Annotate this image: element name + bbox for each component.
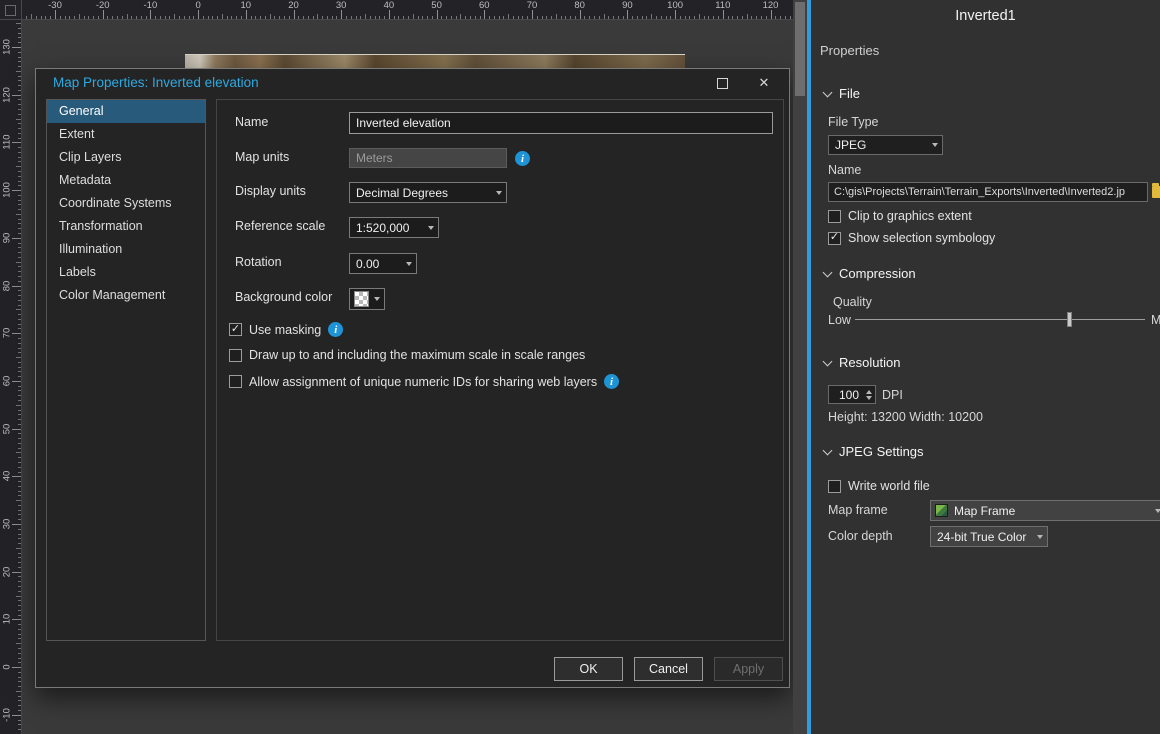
properties-header: Properties [820, 43, 879, 58]
dpi-label: DPI [882, 388, 903, 402]
quality-slider-thumb[interactable] [1067, 312, 1072, 327]
scrollbar-thumb[interactable] [795, 2, 805, 96]
quality-min-label: Low [828, 313, 851, 327]
sidebar-item-metadata[interactable]: Metadata [47, 169, 205, 192]
chevron-down-icon [823, 356, 833, 366]
dialog-title: Map Properties: Inverted elevation [53, 75, 259, 90]
clip-extent-row: Clip to graphics extent [828, 209, 972, 223]
sidebar-item-color-management[interactable]: Color Management [47, 284, 205, 307]
unique-ids-info-icon[interactable] [604, 374, 619, 389]
color-depth-label: Color depth [828, 529, 893, 543]
dialog-content: Name Map units Display units Decimal Deg… [216, 99, 784, 641]
use-masking-checkbox[interactable] [229, 323, 242, 336]
ruler-corner-icon [5, 5, 16, 16]
file-type-dropdown[interactable]: JPEG [828, 135, 943, 155]
sidebar-item-labels[interactable]: Labels [47, 261, 205, 284]
dialog-titlebar[interactable]: Map Properties: Inverted elevation [36, 69, 789, 97]
name-input[interactable] [349, 112, 773, 134]
section-compression[interactable]: Compression [824, 266, 916, 281]
spinner-arrows-icon[interactable] [862, 390, 875, 400]
vertical-scrollbar[interactable] [793, 0, 807, 734]
map-frame-icon [935, 504, 948, 517]
background-color-dropdown[interactable] [349, 288, 385, 310]
map-units-info-icon[interactable] [515, 151, 530, 166]
sidebar-item-extent[interactable]: Extent [47, 123, 205, 146]
maximize-icon [717, 78, 728, 89]
chevron-down-icon [1032, 527, 1047, 546]
map-properties-dialog: Map Properties: Inverted elevation Gener… [35, 68, 790, 688]
display-units-label: Display units [235, 184, 306, 198]
color-swatch [354, 291, 369, 307]
chevron-down-icon [823, 267, 833, 277]
section-jpeg-settings[interactable]: JPEG Settings [824, 444, 924, 459]
chevron-down-icon [1150, 501, 1160, 520]
section-file[interactable]: File [824, 86, 860, 101]
maximize-button[interactable] [705, 69, 739, 97]
selection-symbology-row: Show selection symbology [828, 231, 995, 245]
rotation-label: Rotation [235, 255, 282, 269]
map-frame-label: Map frame [828, 503, 888, 517]
ruler-horizontal[interactable]: -30-20-100102030405060708090100110120 [22, 0, 793, 20]
sidebar-item-clip-layers[interactable]: Clip Layers [47, 146, 205, 169]
ok-button[interactable]: OK [554, 657, 623, 681]
file-type-label: File Type [828, 115, 879, 129]
slider-track [855, 319, 1145, 320]
application-window: -30-20-100102030405060708090100110120 13… [0, 0, 1160, 734]
ruler-corner [0, 0, 22, 20]
reference-scale-dropdown[interactable]: 1:520,000 [349, 217, 439, 238]
file-path-input[interactable] [828, 182, 1148, 202]
map-units-input [349, 148, 507, 168]
chevron-down-icon [401, 254, 416, 273]
chevron-down-icon [927, 136, 942, 154]
sidebar-item-general[interactable]: General [47, 100, 205, 123]
close-icon [759, 74, 770, 92]
clip-extent-checkbox[interactable] [828, 210, 841, 223]
world-file-checkbox[interactable] [828, 480, 841, 493]
apply-button[interactable]: Apply [714, 657, 783, 681]
reference-scale-label: Reference scale [235, 219, 325, 233]
dimensions-text: Height: 13200 Width: 10200 [828, 410, 983, 424]
section-file-title: File [839, 86, 860, 101]
quality-label: Quality [833, 295, 872, 309]
name-label: Name [235, 115, 268, 129]
draw-max-scale-checkbox[interactable] [229, 349, 242, 362]
draw-max-scale-row: Draw up to and including the maximum sca… [229, 348, 585, 362]
world-file-row: Write world file [828, 479, 930, 493]
sidebar-item-transformation[interactable]: Transformation [47, 215, 205, 238]
dialog-sidebar: GeneralExtentClip LayersMetadataCoordina… [46, 99, 206, 641]
chevron-down-icon [491, 183, 506, 202]
sidebar-item-coordinate-systems[interactable]: Coordinate Systems [47, 192, 205, 215]
display-units-dropdown[interactable]: Decimal Degrees [349, 182, 507, 203]
section-resolution-title: Resolution [839, 355, 900, 370]
section-resolution[interactable]: Resolution [824, 355, 900, 370]
quality-slider[interactable] [855, 312, 1145, 327]
quality-max-label: M [1151, 313, 1160, 327]
unique-ids-row: Allow assignment of unique numeric IDs f… [229, 374, 619, 389]
color-depth-dropdown[interactable]: 24-bit True Color [930, 526, 1048, 547]
unique-ids-checkbox[interactable] [229, 375, 242, 388]
map-frame-dropdown[interactable]: Map Frame [930, 500, 1160, 521]
sidebar-item-illumination[interactable]: Illumination [47, 238, 205, 261]
file-name-label: Name [828, 163, 861, 177]
cancel-button[interactable]: Cancel [634, 657, 703, 681]
export-pane-title: Inverted1 [811, 8, 1160, 24]
ruler-vertical[interactable]: 1301201101009080706050403020100-10 [0, 20, 22, 734]
chevron-down-icon [423, 218, 438, 237]
chevron-down-icon [823, 87, 833, 97]
section-jpeg-settings-title: JPEG Settings [839, 444, 924, 459]
dpi-spinner[interactable]: 100 [828, 385, 876, 404]
use-masking-info-icon[interactable] [328, 322, 343, 337]
selection-symbology-checkbox[interactable] [828, 232, 841, 245]
rotation-dropdown[interactable]: 0.00 [349, 253, 417, 274]
chevron-down-icon [369, 289, 384, 309]
export-pane: Inverted1 Properties File File Type JPEG… [811, 0, 1160, 734]
chevron-down-icon [823, 445, 833, 455]
browse-folder-icon[interactable] [1152, 186, 1160, 198]
section-compression-title: Compression [839, 266, 916, 281]
close-button[interactable] [747, 69, 781, 97]
map-units-label: Map units [235, 150, 289, 164]
use-masking-row: Use masking [229, 322, 343, 337]
background-color-label: Background color [235, 290, 332, 304]
